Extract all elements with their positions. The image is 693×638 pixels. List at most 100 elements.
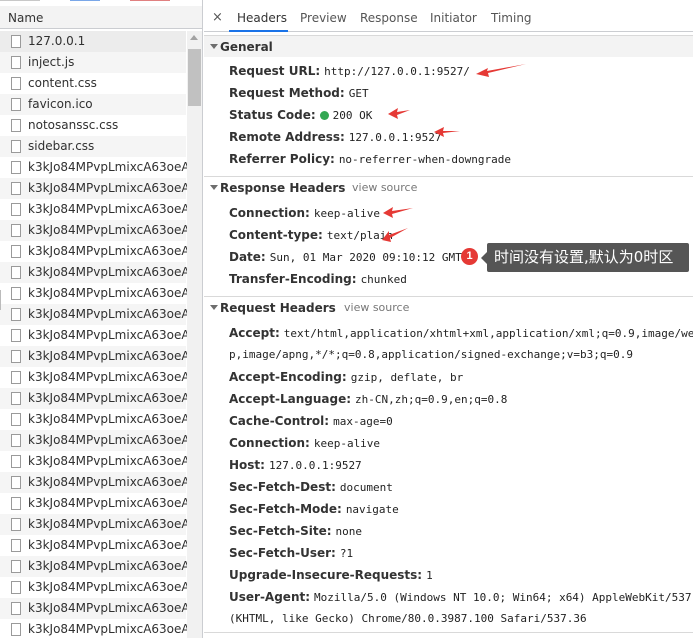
file-icon <box>11 560 21 573</box>
request-row[interactable]: k3kJo84MPvpLmixcA63oeALZ <box>0 262 202 283</box>
header-value: none <box>335 525 363 538</box>
header-value: zh-CN,zh;q=0.9,en;q=0.8 <box>355 393 508 406</box>
name-column-header[interactable]: Name <box>0 6 202 29</box>
request-row[interactable]: k3kJo84MPvpLmixcA63oeALZ <box>0 619 202 638</box>
file-icon <box>11 476 21 489</box>
header-key: Status Code: <box>229 108 316 122</box>
file-icon <box>11 518 21 531</box>
tab-preview[interactable]: Preview <box>300 11 347 25</box>
request-name: 127.0.0.1 <box>28 34 86 48</box>
file-icon <box>11 350 21 363</box>
file-icon <box>11 245 21 258</box>
request-name: k3kJo84MPvpLmixcA63oeALZ <box>28 433 203 447</box>
header-value: keep-alive <box>313 207 381 220</box>
view-source-link[interactable]: view source <box>352 181 417 194</box>
request-row[interactable]: k3kJo84MPvpLmixcA63oeALZ <box>0 535 202 556</box>
header-key: Request Method: <box>229 86 345 100</box>
detail-tab-bar: × Headers Preview Response Initiator Tim… <box>204 6 693 32</box>
header-row-user-agent: User-Agent: Mozilla/5.0 (Windows NT 10.0;… <box>229 586 693 608</box>
file-icon <box>11 602 21 615</box>
view-source-link[interactable]: view source <box>344 301 409 314</box>
request-row[interactable]: 127.0.0.1 <box>0 31 186 52</box>
request-name: notosanssc.css <box>28 118 119 132</box>
header-value: 127.0.0.1:9527 <box>348 131 442 144</box>
request-list-scrollbar[interactable] <box>187 31 202 638</box>
request-name: k3kJo84MPvpLmixcA63oeALZ <box>28 475 203 489</box>
request-row[interactable]: content.css <box>0 73 186 94</box>
top-filter-strip <box>0 0 202 4</box>
request-name: k3kJo84MPvpLmixcA63oeALZ <box>28 559 203 573</box>
annotation-arrow-icon <box>476 64 526 77</box>
collapse-triangle-icon[interactable] <box>210 185 218 190</box>
header-key: Cache-Control: <box>229 414 330 428</box>
request-row[interactable]: k3kJo84MPvpLmixcA63oeALZ <box>0 430 202 451</box>
header-row-date: Date: Sun, 01 Mar 2020 09:10:12 GMT <box>229 246 462 268</box>
scrollbar-thumb[interactable] <box>188 49 201 106</box>
tab-timing[interactable]: Timing <box>491 11 532 25</box>
header-value: Sun, 01 Mar 2020 09:10:12 GMT <box>269 251 462 264</box>
header-key: Remote Address: <box>229 130 345 144</box>
request-name: k3kJo84MPvpLmixcA63oeALZ <box>28 454 203 468</box>
request-row[interactable]: k3kJo84MPvpLmixcA63oeALZ <box>0 283 202 304</box>
file-icon <box>11 224 21 237</box>
request-row[interactable]: k3kJo84MPvpLmixcA63oeALZ <box>0 556 202 577</box>
general-section-header[interactable]: General <box>204 35 693 57</box>
pane-splitter-handle[interactable] <box>0 290 5 310</box>
file-icon <box>11 413 21 426</box>
file-icon <box>11 455 21 468</box>
header-row-connection: Connection: keep-alive <box>229 202 380 224</box>
request-row[interactable]: k3kJo84MPvpLmixcA63oeALZ <box>0 220 202 241</box>
tab-initiator[interactable]: Initiator <box>430 11 477 25</box>
request-row[interactable]: k3kJo84MPvpLmixcA63oeALZ <box>0 577 202 598</box>
scroll-up-arrow-icon[interactable] <box>190 35 198 40</box>
collapse-triangle-icon[interactable] <box>210 305 218 310</box>
collapse-triangle-icon[interactable] <box>210 44 218 49</box>
request-row[interactable]: inject.js <box>0 52 186 73</box>
request-row[interactable]: sidebar.css <box>0 136 186 157</box>
request-row[interactable]: k3kJo84MPvpLmixcA63oeALZ <box>0 493 202 514</box>
request-row[interactable]: k3kJo84MPvpLmixcA63oeALZ <box>0 241 202 262</box>
header-value-continuation: p,image/apng,*/*;q=0.8,application/signe… <box>229 348 633 361</box>
header-row: Accept-Encoding: gzip, deflate, br <box>229 366 463 388</box>
request-row[interactable]: k3kJo84MPvpLmixcA63oeALZ <box>0 178 202 199</box>
header-key: User-Agent: <box>229 590 311 604</box>
request-headers-section-header[interactable]: Request Headers view source <box>204 296 693 318</box>
request-name: k3kJo84MPvpLmixcA63oeALZ <box>28 286 203 300</box>
annotation-arrow-icon <box>434 127 460 137</box>
request-name: inject.js <box>28 55 75 69</box>
request-row[interactable]: k3kJo84MPvpLmixcA63oeALZ <box>0 157 202 178</box>
header-value: no-referrer-when-downgrade <box>338 153 511 166</box>
header-row: Host: 127.0.0.1:9527 <box>229 454 362 476</box>
request-row[interactable]: k3kJo84MPvpLmixcA63oeALZ <box>0 598 202 619</box>
file-icon <box>11 539 21 552</box>
request-row[interactable]: k3kJo84MPvpLmixcA63oeALZ <box>0 472 202 493</box>
annotation-badge: 1 <box>461 248 478 265</box>
file-icon <box>11 182 21 195</box>
header-key: Accept-Language: <box>229 392 352 406</box>
request-row[interactable]: k3kJo84MPvpLmixcA63oeALZ <box>0 325 202 346</box>
header-key: Transfer-Encoding: <box>229 272 357 286</box>
request-row[interactable]: k3kJo84MPvpLmixcA63oeALZ <box>0 304 202 325</box>
header-key: Host: <box>229 458 265 472</box>
request-row[interactable]: k3kJo84MPvpLmixcA63oeALZ <box>0 367 202 388</box>
status-ok-dot-icon <box>319 111 329 120</box>
tab-headers[interactable]: Headers <box>237 11 287 25</box>
request-row[interactable]: favicon.ico <box>0 94 186 115</box>
close-icon[interactable]: × <box>212 10 223 25</box>
header-row: Connection: keep-alive <box>229 432 380 454</box>
request-row[interactable]: k3kJo84MPvpLmixcA63oeALZ <box>0 409 202 430</box>
request-row[interactable]: k3kJo84MPvpLmixcA63oeALZ <box>0 514 202 535</box>
header-value: keep-alive <box>313 437 381 450</box>
tab-response[interactable]: Response <box>360 11 418 25</box>
request-row[interactable]: k3kJo84MPvpLmixcA63oeALZ <box>0 346 202 367</box>
request-row[interactable]: k3kJo84MPvpLmixcA63oeALZ <box>0 199 202 220</box>
header-value: chunked <box>360 273 407 286</box>
header-key: Sec-Fetch-Dest: <box>229 480 336 494</box>
header-row: Sec-Fetch-Site: none <box>229 520 362 542</box>
request-row[interactable]: k3kJo84MPvpLmixcA63oeALZ <box>0 388 202 409</box>
request-row[interactable]: notosanssc.css <box>0 115 186 136</box>
request-row[interactable]: k3kJo84MPvpLmixcA63oeALZ <box>0 451 202 472</box>
response-headers-section-header[interactable]: Response Headers view source <box>204 176 693 198</box>
request-name: content.css <box>28 76 97 90</box>
headers-detail-pane: × Headers Preview Response Initiator Tim… <box>204 0 693 638</box>
